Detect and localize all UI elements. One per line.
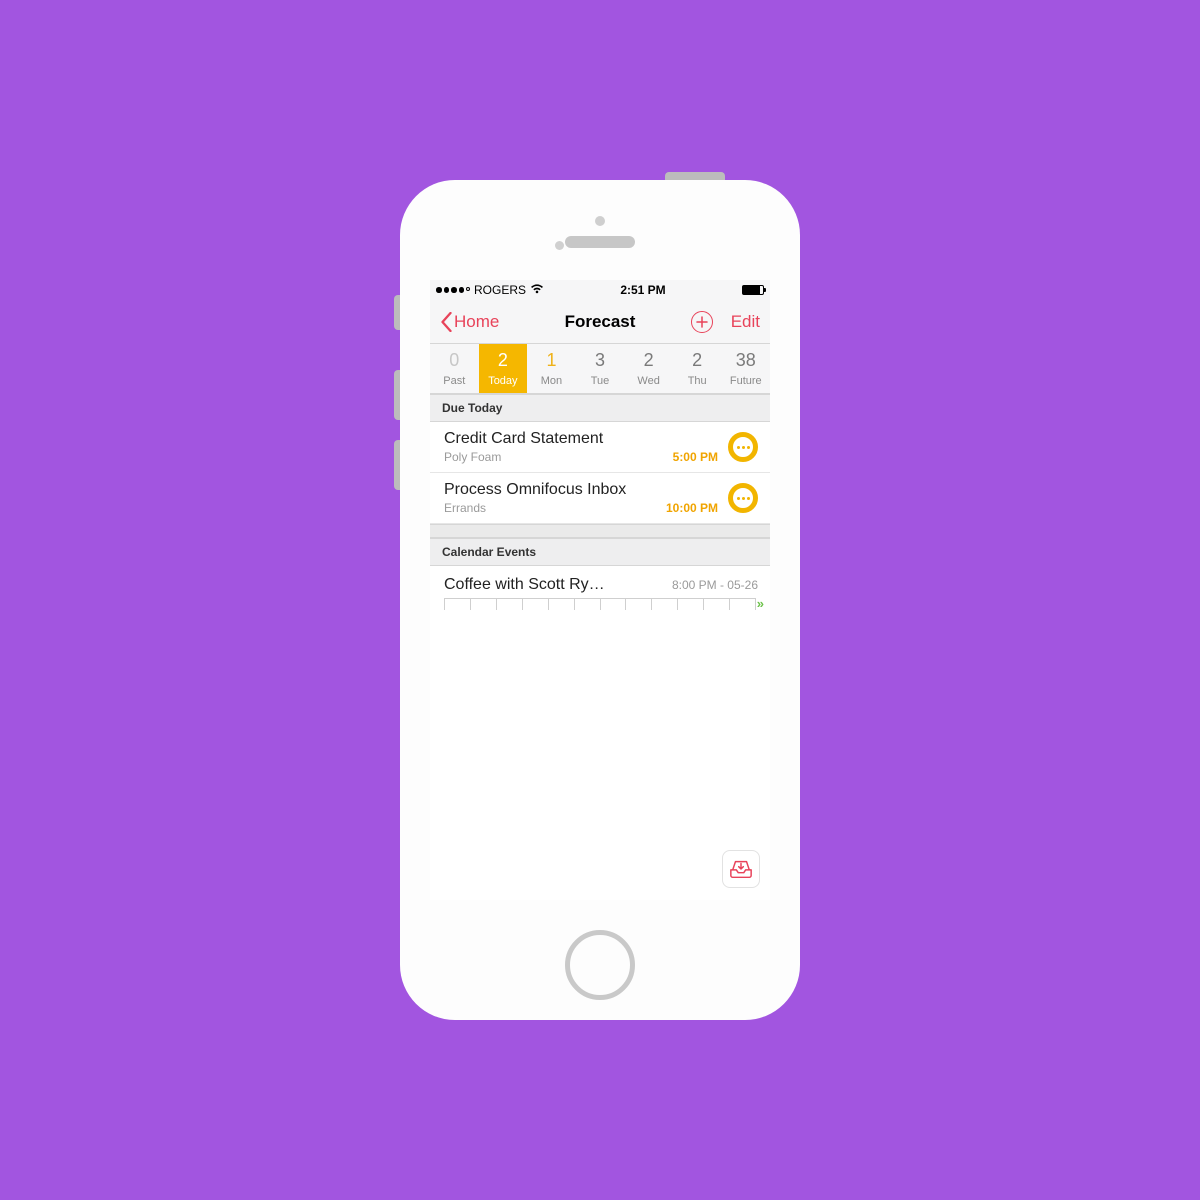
wifi-icon	[530, 283, 544, 297]
plus-icon	[696, 316, 708, 328]
sensor-dot	[555, 241, 564, 250]
forecast-day-future[interactable]: 38 Future	[721, 344, 770, 393]
task-row[interactable]: Process Omnifocus Inbox Errands 10:00 PM	[430, 473, 770, 524]
status-bar: ROGERS 2:51 PM	[430, 280, 770, 300]
day-count: 2	[479, 350, 528, 371]
more-dots-icon	[737, 497, 750, 500]
event-timeline[interactable]: »	[430, 598, 770, 616]
day-count: 0	[430, 350, 479, 371]
app-screen: ROGERS 2:51 PM Home Forecast	[430, 280, 770, 900]
forecast-day-wed[interactable]: 2 Wed	[624, 344, 673, 393]
day-count: 2	[624, 350, 673, 371]
edit-button[interactable]: Edit	[731, 312, 760, 332]
camera-dot	[595, 216, 605, 226]
fast-forward-icon[interactable]: »	[757, 596, 764, 611]
section-header-due-today: Due Today	[430, 394, 770, 422]
forecast-day-strip: 0Past2Today1Mon3Tue2Wed2Thu38Future	[430, 344, 770, 394]
add-button[interactable]	[691, 311, 713, 333]
forecast-day-tue[interactable]: 3 Tue	[576, 344, 625, 393]
day-label: Wed	[624, 375, 673, 387]
day-label: Future	[721, 375, 770, 387]
task-list: Credit Card Statement Poly Foam 5:00 PM Pro…	[430, 422, 770, 524]
task-title: Credit Card Statement	[444, 430, 718, 448]
day-count: 2	[673, 350, 722, 371]
day-label: Today	[479, 375, 528, 387]
status-time: 2:51 PM	[620, 283, 665, 297]
event-list: Coffee with Scott Ry…8:00 PM - 05-26	[430, 566, 770, 598]
event-time: 8:00 PM - 05-26	[672, 578, 758, 592]
task-status-circle[interactable]	[728, 432, 758, 462]
speaker-grille	[565, 236, 635, 248]
forecast-day-today[interactable]: 2 Today	[479, 344, 528, 393]
day-label: Thu	[673, 375, 722, 387]
task-due-time: 5:00 PM	[673, 450, 718, 464]
forecast-day-past[interactable]: 0 Past	[430, 344, 479, 393]
back-label: Home	[454, 312, 499, 332]
nav-bar: Home Forecast Edit	[430, 300, 770, 344]
forecast-day-thu[interactable]: 2 Thu	[673, 344, 722, 393]
task-due-time: 10:00 PM	[666, 501, 718, 515]
phone-mockup: ROGERS 2:51 PM Home Forecast	[400, 180, 800, 1020]
signal-icon	[436, 287, 470, 293]
day-label: Past	[430, 375, 479, 387]
task-project: Poly Foam	[444, 450, 501, 464]
carrier-label: ROGERS	[474, 283, 526, 297]
day-label: Mon	[527, 375, 576, 387]
chevron-left-icon	[440, 312, 453, 332]
task-status-circle[interactable]	[728, 483, 758, 513]
day-label: Tue	[576, 375, 625, 387]
task-project: Errands	[444, 501, 486, 515]
section-header-calendar: Calendar Events	[430, 538, 770, 566]
day-count: 3	[576, 350, 625, 371]
back-button[interactable]: Home	[440, 312, 499, 332]
task-row[interactable]: Credit Card Statement Poly Foam 5:00 PM	[430, 422, 770, 473]
quick-inbox-button[interactable]	[722, 850, 760, 888]
home-button[interactable]	[565, 930, 635, 1000]
event-title: Coffee with Scott Ry…	[444, 576, 672, 594]
battery-icon	[742, 285, 764, 295]
day-count: 38	[721, 350, 770, 371]
section-gap	[430, 524, 770, 538]
task-title: Process Omnifocus Inbox	[444, 481, 718, 499]
inbox-icon	[729, 859, 753, 879]
day-count: 1	[527, 350, 576, 371]
calendar-event-row[interactable]: Coffee with Scott Ry…8:00 PM - 05-26	[430, 566, 770, 598]
forecast-day-mon[interactable]: 1 Mon	[527, 344, 576, 393]
more-dots-icon	[737, 446, 750, 449]
